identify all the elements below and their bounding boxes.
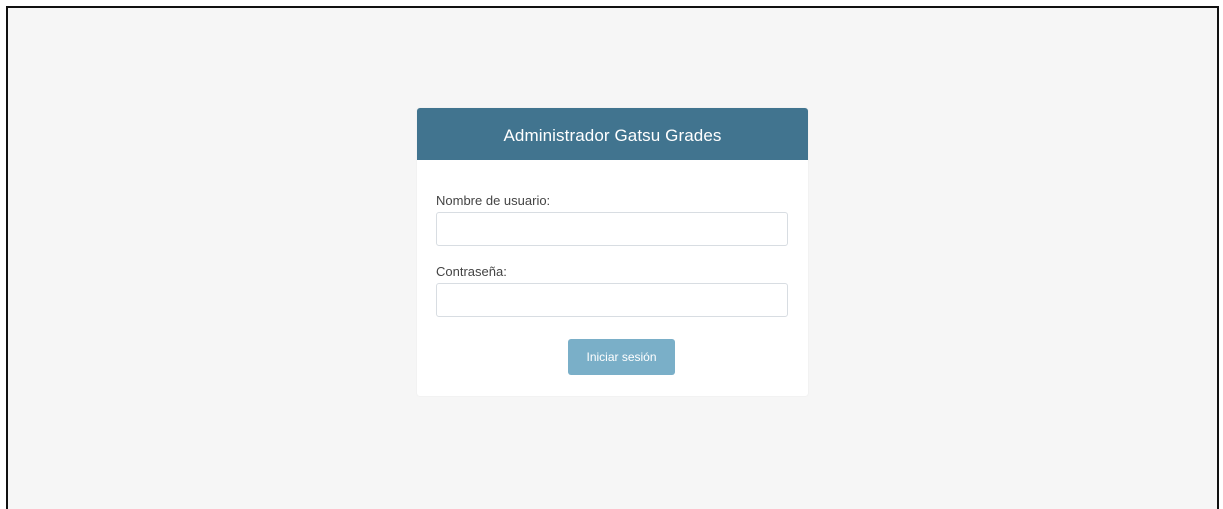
login-card-title: Administrador Gatsu Grades — [417, 108, 808, 160]
login-page: Administrador Gatsu Grades Nombre de usu… — [6, 6, 1219, 509]
password-label: Contraseña: — [436, 264, 507, 279]
login-card: Administrador Gatsu Grades Nombre de usu… — [417, 108, 808, 396]
login-submit-button[interactable]: Iniciar sesión — [568, 339, 675, 375]
password-input[interactable] — [436, 283, 788, 317]
username-label: Nombre de usuario: — [436, 193, 551, 208]
username-input[interactable] — [436, 212, 788, 246]
